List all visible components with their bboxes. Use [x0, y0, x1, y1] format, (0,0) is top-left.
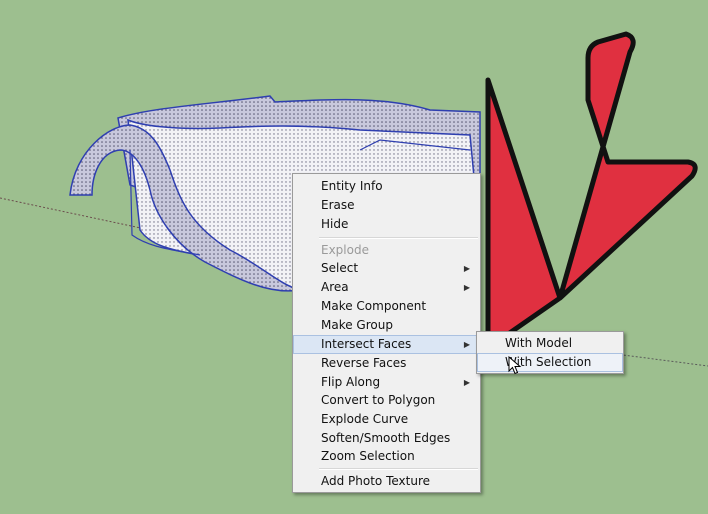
- menu-item-label: Convert to Polygon: [321, 393, 436, 407]
- menu-item-label: With Model: [505, 336, 573, 350]
- menu-item-reverse-faces[interactable]: Reverse Faces: [293, 354, 480, 373]
- menu-separator: [319, 468, 478, 470]
- menu-item-explode: Explode: [293, 241, 480, 260]
- menu-item-label: Intersect Faces: [321, 337, 412, 351]
- menu-item-label: Erase: [321, 198, 355, 212]
- menu-separator: [319, 237, 478, 239]
- menu-item-label: Flip Along: [321, 375, 381, 389]
- menu-item-label: Zoom Selection: [321, 449, 415, 463]
- menu-item-label: Soften/Smooth Edges: [321, 431, 451, 445]
- menu-item-make-group[interactable]: Make Group: [293, 316, 480, 335]
- menu-item-hide[interactable]: Hide: [293, 215, 480, 234]
- menu-item-label: Area: [321, 280, 349, 294]
- chevron-right-icon: ▶: [463, 283, 470, 292]
- menu-item-label: Make Group: [321, 318, 393, 332]
- menu-item-erase[interactable]: Erase: [293, 196, 480, 215]
- menu-item-explode-curve[interactable]: Explode Curve: [293, 410, 480, 429]
- menu-item-label: Select: [321, 261, 359, 275]
- context-menu: Entity Info Erase Hide Explode Select ▶ A…: [292, 173, 481, 493]
- menu-item-soften-smooth-edges[interactable]: Soften/Smooth Edges: [293, 429, 480, 448]
- menu-item-area[interactable]: Area ▶: [293, 278, 480, 297]
- menu-item-label: Explode Curve: [321, 412, 409, 426]
- menu-item-label: Add Photo Texture: [321, 474, 431, 488]
- chevron-right-icon: ▶: [463, 340, 470, 349]
- submenu-item-with-model[interactable]: With Model: [477, 334, 623, 353]
- chevron-right-icon: ▶: [463, 264, 470, 273]
- menu-item-add-photo-texture[interactable]: Add Photo Texture: [293, 472, 480, 491]
- menu-item-label: Make Component: [321, 299, 427, 313]
- menu-item-label: Entity Info: [321, 179, 383, 193]
- menu-item-select[interactable]: Select ▶: [293, 259, 480, 278]
- intersect-faces-submenu: With Model With Selection: [476, 331, 624, 374]
- menu-item-flip-along[interactable]: Flip Along ▶: [293, 373, 480, 392]
- menu-item-entity-info[interactable]: Entity Info: [293, 177, 480, 196]
- menu-item-label: Hide: [321, 217, 349, 231]
- menu-item-make-component[interactable]: Make Component: [293, 297, 480, 316]
- menu-item-intersect-faces[interactable]: Intersect Faces ▶: [293, 335, 480, 354]
- menu-item-zoom-selection[interactable]: Zoom Selection: [293, 447, 480, 466]
- menu-item-convert-to-polygon[interactable]: Convert to Polygon: [293, 391, 480, 410]
- menu-item-label: Reverse Faces: [321, 356, 407, 370]
- menu-item-label: Explode: [321, 243, 369, 257]
- mouse-cursor-icon: [508, 356, 522, 375]
- submenu-item-with-selection[interactable]: With Selection: [477, 353, 623, 372]
- chevron-right-icon: ▶: [463, 378, 470, 387]
- red-arrow-icon: [485, 31, 698, 351]
